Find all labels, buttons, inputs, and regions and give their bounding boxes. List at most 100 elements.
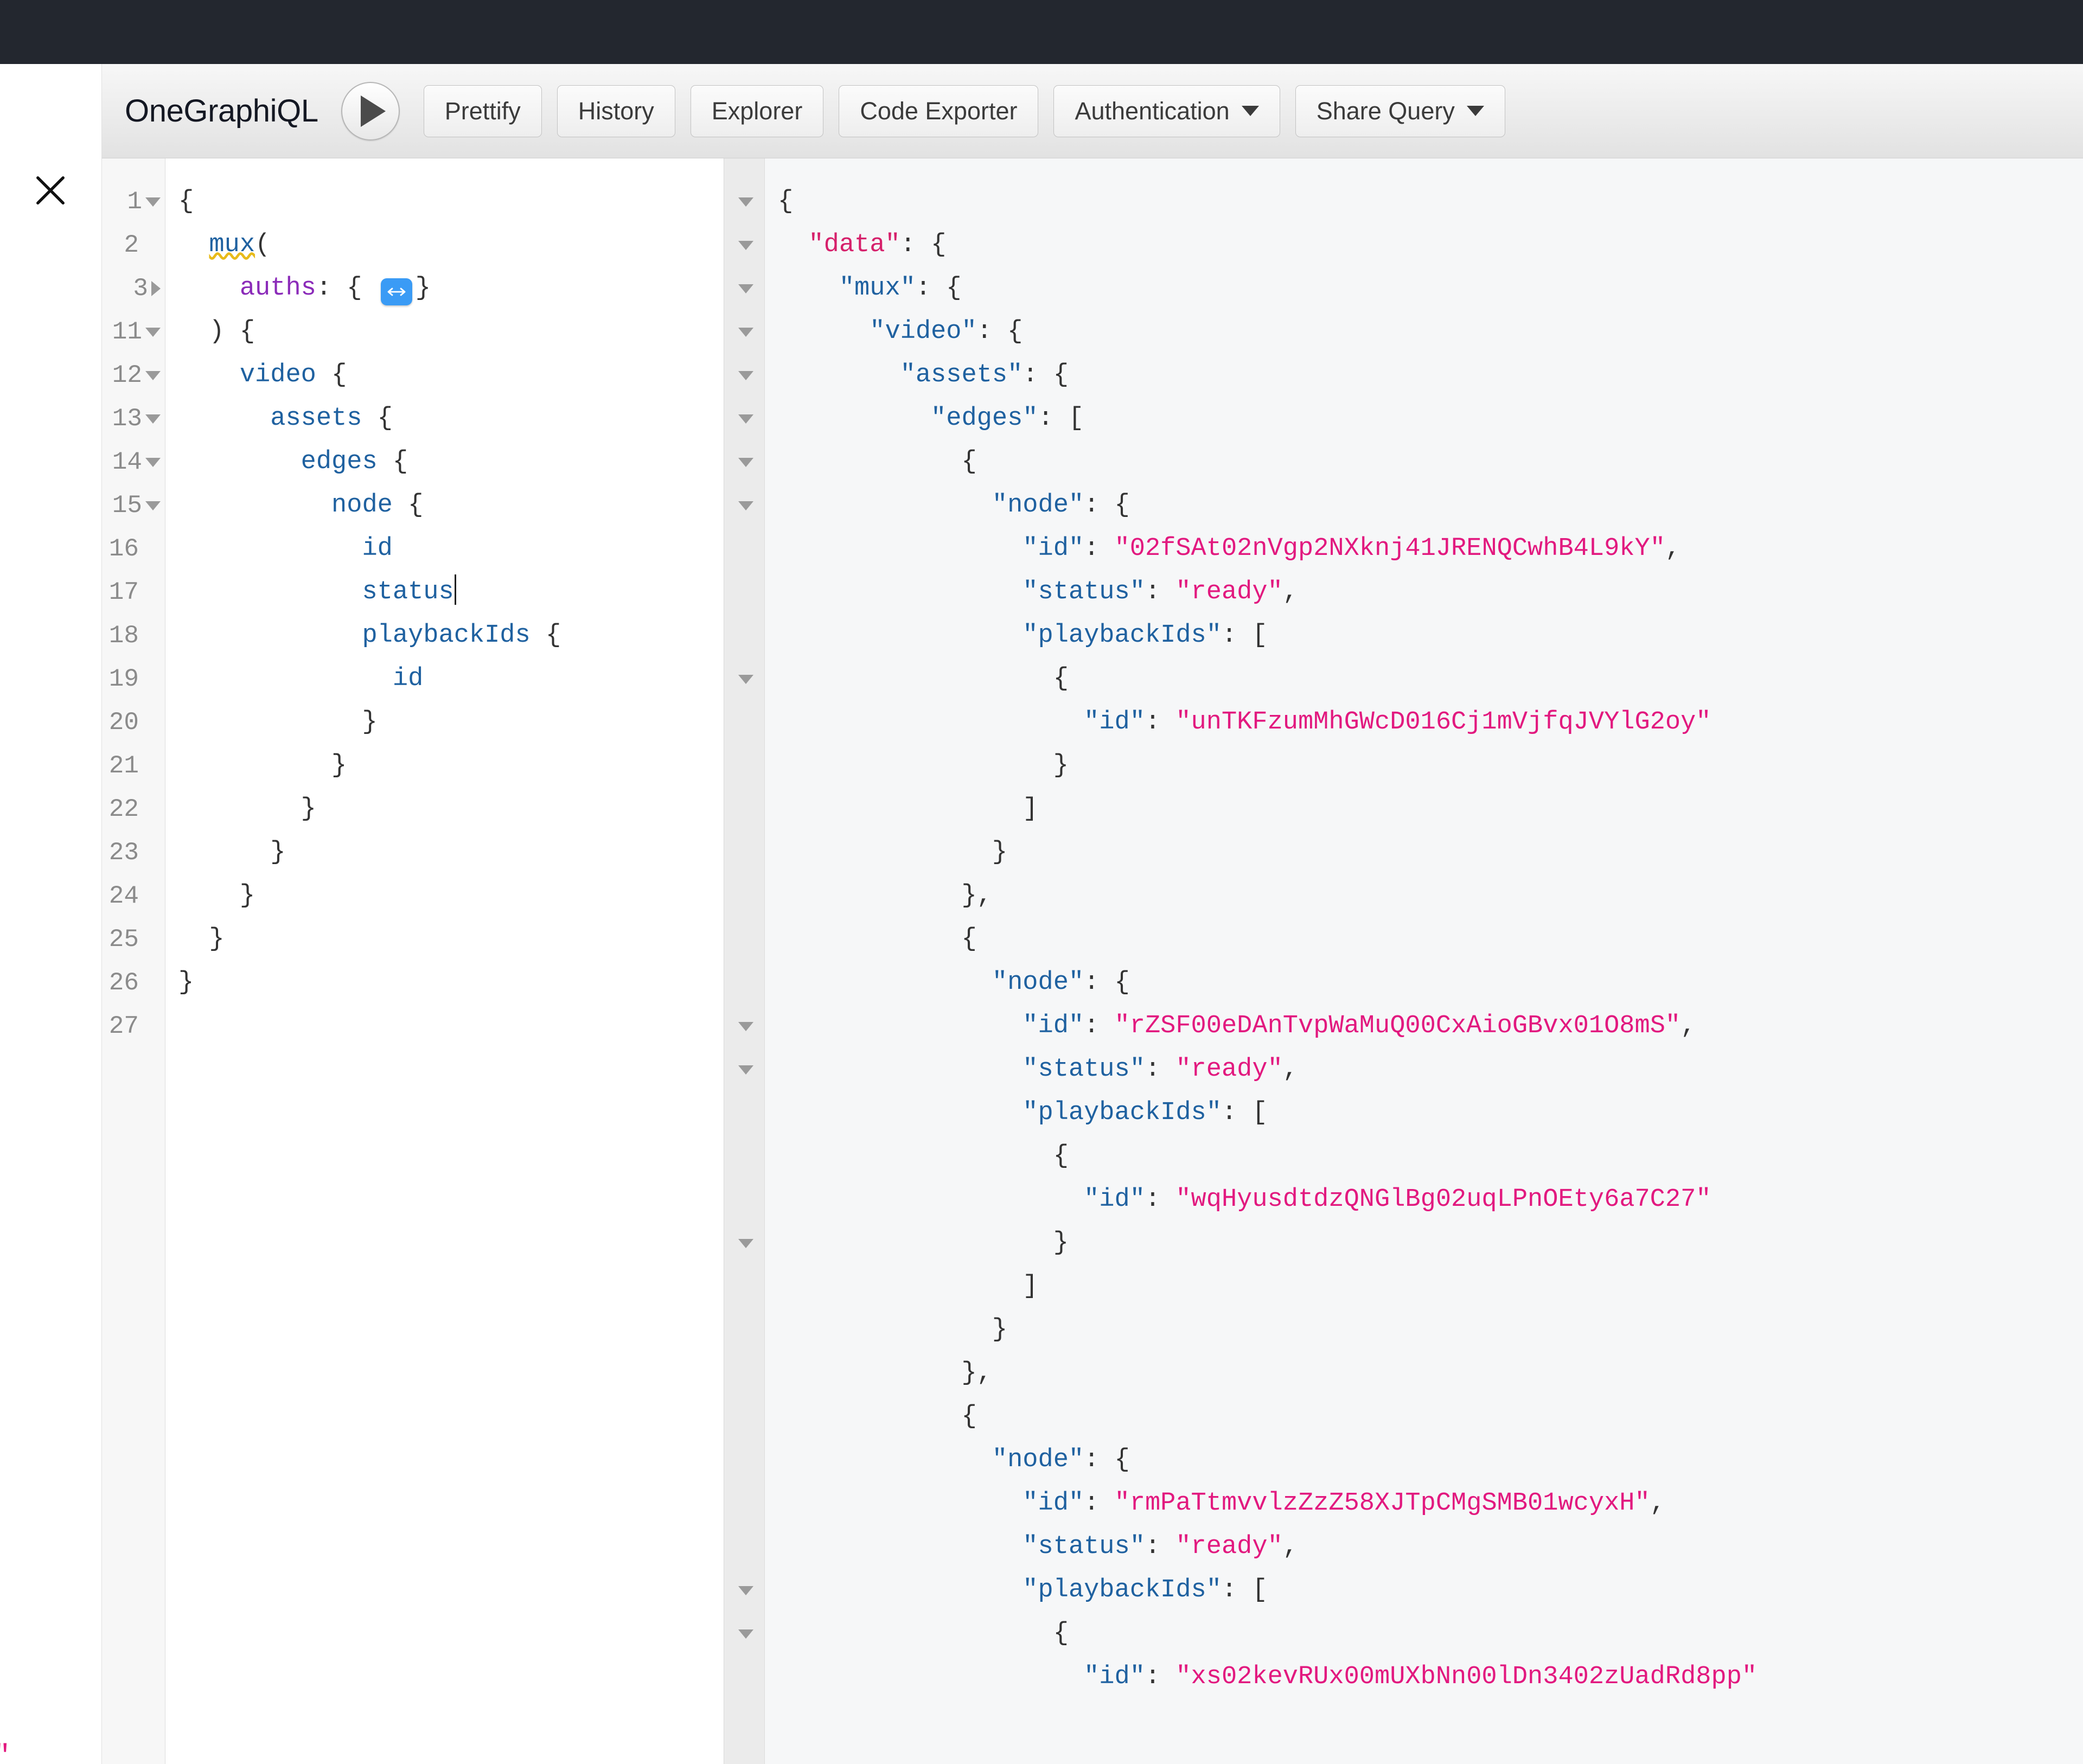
result-viewer-gutter <box>724 158 765 1764</box>
token-punct: : <box>1145 1663 1176 1691</box>
fold-open-icon[interactable] <box>738 1021 753 1031</box>
fold-open-icon[interactable] <box>738 240 753 250</box>
token-punct: , <box>1282 1055 1298 1084</box>
result-line: }, <box>778 1352 2083 1395</box>
fold-open-icon[interactable] <box>738 457 753 467</box>
result-line: { <box>778 180 2083 223</box>
token-key: "status" <box>1023 578 1145 606</box>
authentication-dropdown[interactable]: Authentication <box>1053 85 1280 137</box>
query-line: id <box>178 657 724 701</box>
fold-open-icon[interactable] <box>738 674 753 684</box>
explorer-button[interactable]: Explorer <box>690 85 824 137</box>
result-gutter-line <box>724 1265 764 1308</box>
code-exporter-button[interactable]: Code Exporter <box>839 85 1039 137</box>
close-icon[interactable] <box>21 161 80 220</box>
result-line: "data": { <box>778 223 2083 267</box>
fold-open-icon[interactable] <box>145 457 161 467</box>
token-str: "02fSAt02nVgp2NXknj41JRENQCwhB4L9kY" <box>1114 534 1665 563</box>
query-line: playbackIds { <box>178 614 724 657</box>
fold-open-icon[interactable] <box>738 1065 753 1075</box>
token-punct: ] <box>1023 1272 1038 1301</box>
query-line: id <box>178 527 724 571</box>
collapsed-range-icon[interactable] <box>380 278 412 305</box>
fold-open-icon[interactable] <box>738 327 753 337</box>
token-punct: : { <box>316 274 378 303</box>
fold-open-icon[interactable] <box>145 414 161 424</box>
page-title: OneGraphiQL <box>125 93 318 129</box>
history-button[interactable]: History <box>557 85 675 137</box>
result-line: "id": "wqHyusdtdzQNGlBg02uqLPnOEty6a7C27… <box>778 1178 2083 1222</box>
token-punct: { <box>377 448 408 476</box>
result-gutter-line <box>724 961 764 1005</box>
fold-closed-icon[interactable] <box>151 281 161 296</box>
gutter-line-26: 26 <box>102 961 165 1005</box>
line-number: 25 <box>108 925 139 954</box>
result-line: ] <box>778 788 2083 831</box>
fold-open-icon[interactable] <box>145 327 161 337</box>
token-field: video <box>239 361 316 389</box>
line-number: 27 <box>108 1012 139 1040</box>
query-editor-pane: 1 2 3 11 12 13 14 15 16 17 18 19 20 21 22 23 24 25 26 27 { … <box>102 158 724 1764</box>
fold-open-icon[interactable] <box>738 197 753 207</box>
query-line: } <box>178 701 724 744</box>
result-gutter-line <box>724 440 764 484</box>
result-line: "edges": [ <box>778 397 2083 440</box>
share-query-dropdown[interactable]: Share Query <box>1295 85 1505 137</box>
result-line: "playbackIds": [ <box>778 1091 2083 1135</box>
prettify-button[interactable]: Prettify <box>423 85 542 137</box>
fold-open-icon[interactable] <box>145 501 161 510</box>
token-key: "id" <box>1084 708 1145 737</box>
result-gutter-line <box>724 310 764 354</box>
token-punct: { <box>316 361 347 389</box>
result-gutter-line <box>724 1048 764 1091</box>
gutter-line-24: 24 <box>102 874 165 918</box>
token-punct: } <box>992 1315 1008 1344</box>
gutter-line-21: 21 <box>102 744 165 788</box>
query-editor[interactable]: { mux( auths: { } ) { video { assets { e… <box>165 158 724 1764</box>
token-key: "edges" <box>931 404 1038 433</box>
token-punct: : [ <box>1221 1576 1268 1605</box>
token-str: "ready" <box>1175 1055 1283 1084</box>
fold-open-icon[interactable] <box>738 1238 753 1248</box>
token-key: "playbackIds" <box>1023 1098 1222 1127</box>
gutter-line-13: 13 <box>102 397 165 440</box>
fold-open-icon[interactable] <box>738 501 753 510</box>
query-line: edges { <box>178 440 724 484</box>
execute-query-button[interactable] <box>341 81 400 140</box>
fold-open-icon[interactable] <box>738 370 753 380</box>
fold-open-icon[interactable] <box>145 197 161 207</box>
query-line: } <box>178 744 724 788</box>
prettify-button-label: Prettify <box>444 97 521 125</box>
result-line: { <box>778 1395 2083 1439</box>
query-line <box>178 1005 724 1048</box>
query-line: } <box>178 788 724 831</box>
token-punct: } <box>415 274 431 303</box>
result-line: }, <box>778 874 2083 918</box>
token-key: "playbackIds" <box>1023 621 1222 650</box>
result-line: "node": { <box>778 484 2083 527</box>
result-gutter-line <box>724 1178 764 1222</box>
gutter-line-14: 14 <box>102 440 165 484</box>
line-number: 16 <box>108 535 139 563</box>
token-punct: } <box>178 968 194 997</box>
token-str: "wqHyusdtdzQNGlBg02uqLPnOEty6a7C27" <box>1175 1185 1711 1214</box>
fold-open-icon[interactable] <box>738 1586 753 1595</box>
fold-open-icon[interactable] <box>738 1629 753 1639</box>
fold-open-icon[interactable] <box>145 370 161 380</box>
fold-open-icon[interactable] <box>738 284 753 293</box>
token-punct: } <box>362 708 378 737</box>
fold-open-icon[interactable] <box>738 414 753 424</box>
gutter-line-19: 19 <box>102 657 165 701</box>
line-number: 3 <box>133 274 148 303</box>
gutter-line-20: 20 <box>102 701 165 744</box>
